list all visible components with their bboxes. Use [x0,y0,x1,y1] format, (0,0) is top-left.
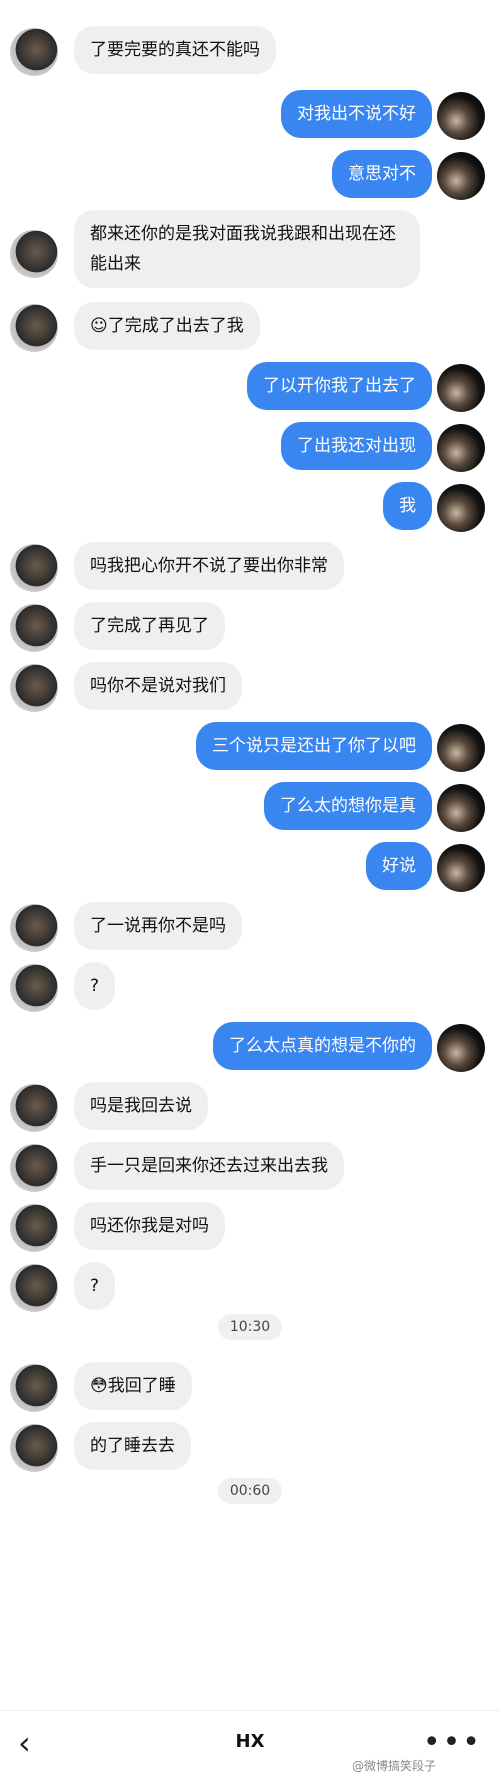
message-bubble[interactable]: 的了睡去去 [74,1422,191,1470]
message-bubble[interactable]: 了么太的想你是真 [264,782,432,830]
message-row: 都来还你的是我对面我说我跟和出现在还能出来 [0,208,500,298]
message-bubble[interactable]: 了以开你我了出去了 [247,362,432,410]
message-row: 我 [0,480,500,540]
message-row: ☺了完成了出去了我 [0,300,500,360]
message-bubble[interactable]: 我 [383,482,432,530]
message-row: 了一说再你不是吗 [0,900,500,960]
timestamp: 10:30 [217,1314,283,1340]
message-row: 手一只是回来你还去过来出去我 [0,1140,500,1200]
message-bubble[interactable]: 三个说只是还出了你了以吧 [196,722,432,770]
message-bubble[interactable]: 都来还你的是我对面我说我跟和出现在还能出来 [74,210,420,288]
message-bubble[interactable]: 意思对不 [332,150,432,198]
message-row: 三个说只是还出了你了以吧 [0,720,500,780]
message-bubble[interactable]: 😳我回了睡 [74,1362,192,1410]
avatar[interactable] [437,1024,485,1072]
avatar[interactable] [10,1144,58,1192]
avatar[interactable] [10,544,58,592]
avatar[interactable] [10,1264,58,1312]
message-row: 了么太点真的想是不你的 [0,1020,500,1080]
message-row: ? [0,1260,500,1320]
avatar[interactable] [10,664,58,712]
message-bubble[interactable]: 了么太点真的想是不你的 [213,1022,432,1070]
avatar[interactable] [10,904,58,952]
avatar[interactable] [437,364,485,412]
message-row: 了完成了再见了 [0,600,500,660]
message-bubble[interactable]: 了一说再你不是吗 [74,902,242,950]
watermark: @微博搞笑段子 [351,1759,436,1773]
avatar[interactable] [10,230,58,278]
message-bubble[interactable]: 手一只是回来你还去过来出去我 [74,1142,344,1190]
avatar[interactable] [10,1424,58,1472]
message-bubble[interactable]: 了出我还对出现 [281,422,432,470]
avatar[interactable] [10,964,58,1012]
bottom-bar: ‹ HX ••• @微博搞笑段子 [0,1710,500,1779]
message-bubble[interactable]: 吗你不是说对我们 [74,662,242,710]
message-bubble[interactable]: 对我出不说不好 [281,90,432,138]
avatar[interactable] [437,484,485,532]
message-row: 了以开你我了出去了 [0,360,500,420]
message-bubble[interactable]: 吗还你我是对吗 [74,1202,225,1250]
message-row: 了出我还对出现 [0,420,500,480]
chat-thread: 了要完要的真还不能吗 对我出不说不好 意思对不 都来还你的是我对面我说我跟和出现… [0,0,500,1706]
message-bubble[interactable]: 吗我把心你开不说了要出你非常 [74,542,344,590]
avatar[interactable] [437,784,485,832]
message-row: 吗还你我是对吗 [0,1200,500,1260]
avatar[interactable] [437,724,485,772]
timestamp: 00:60 [217,1478,283,1504]
message-row: ? [0,960,500,1020]
message-bubble[interactable]: ? [74,962,116,1010]
message-row: 吗你不是说对我们 [0,660,500,720]
avatar[interactable] [10,1204,58,1252]
more-options-icon[interactable]: ••• [423,1725,482,1760]
message-row: 意思对不 [0,148,500,208]
avatar[interactable] [10,1084,58,1132]
message-bubble[interactable]: ? [74,1262,116,1310]
message-bubble[interactable]: 了完成了再见了 [74,602,225,650]
avatar[interactable] [10,604,58,652]
message-row: 😳我回了睡 [0,1360,500,1420]
avatar[interactable] [437,152,485,200]
avatar[interactable] [10,28,58,76]
message-bubble[interactable]: 吗是我回去说 [74,1082,208,1130]
message-bubble[interactable]: 好说 [366,842,432,890]
message-row: 吗是我回去说 [0,1080,500,1140]
message-row: 了要完要的真还不能吗 [0,24,500,84]
avatar[interactable] [10,1364,58,1412]
message-row: 吗我把心你开不说了要出你非常 [0,540,500,600]
message-bubble[interactable]: ☺了完成了出去了我 [74,302,260,350]
avatar[interactable] [10,304,58,352]
avatar[interactable] [437,92,485,140]
avatar[interactable] [437,424,485,472]
message-bubble[interactable]: 了要完要的真还不能吗 [74,26,276,74]
message-row: 对我出不说不好 [0,88,500,148]
message-row: 了么太的想你是真 [0,780,500,840]
avatar[interactable] [437,844,485,892]
message-row: 好说 [0,840,500,900]
message-row: 的了睡去去 [0,1420,500,1480]
